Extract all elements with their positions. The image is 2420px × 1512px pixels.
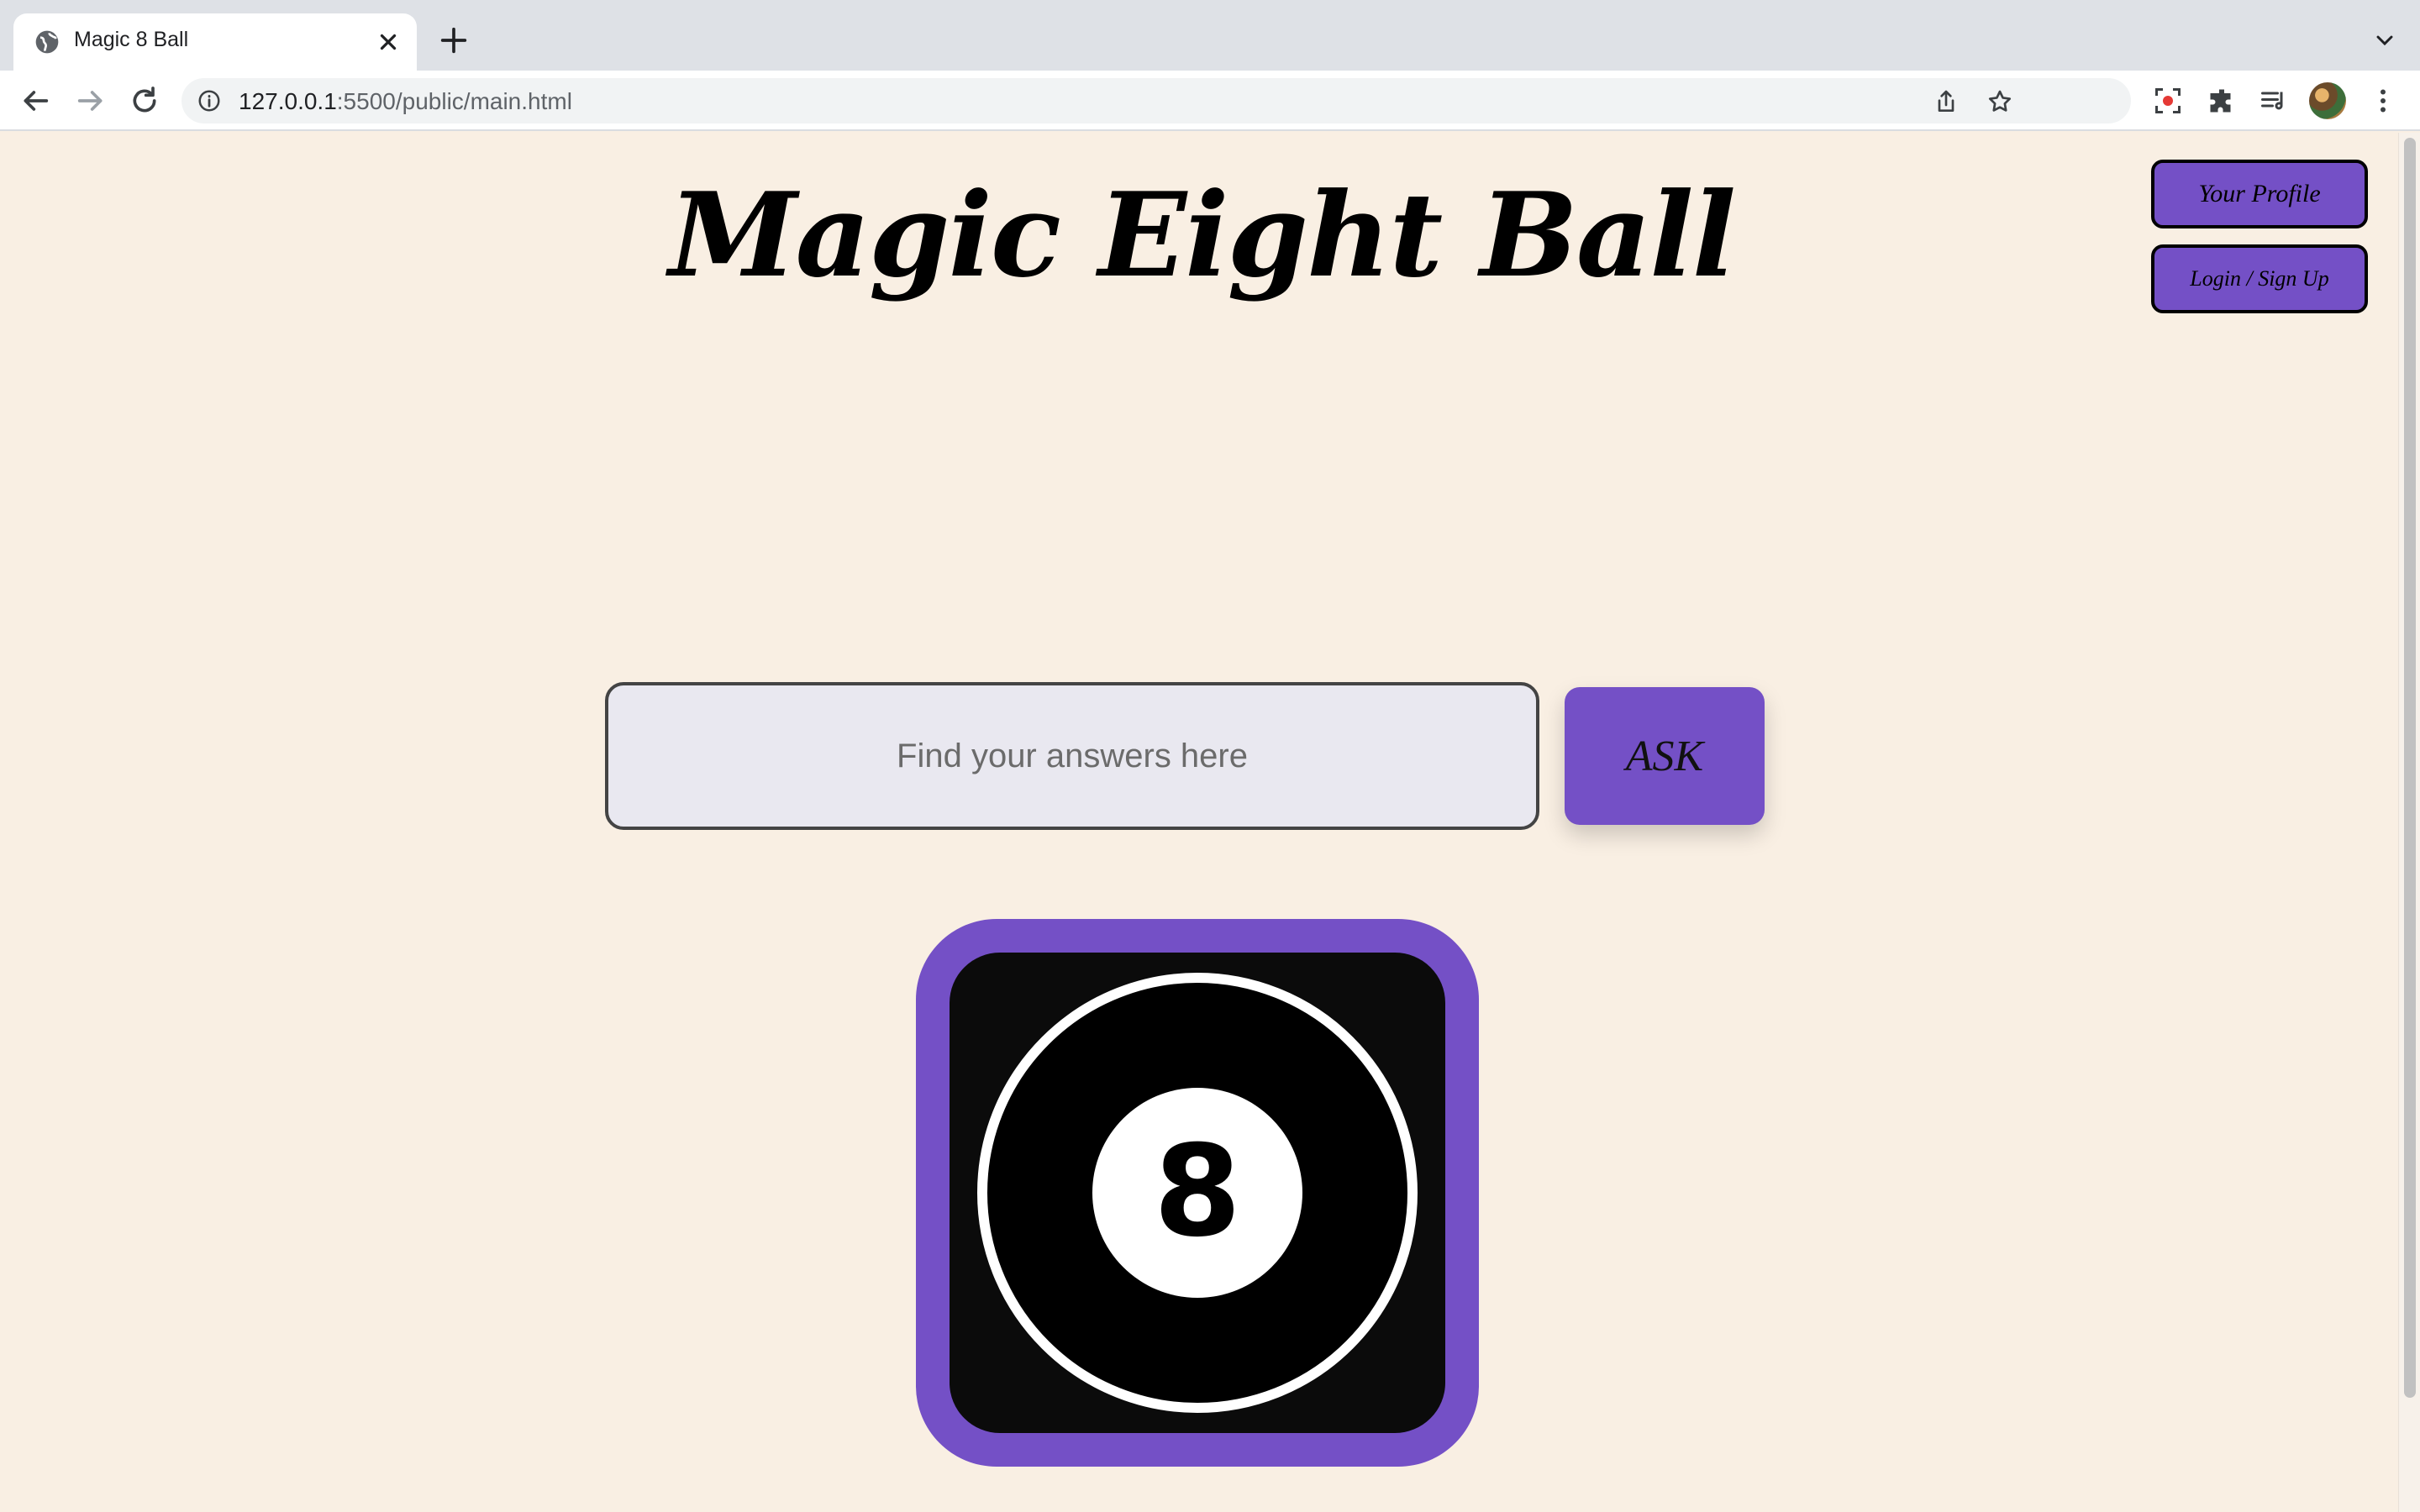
browser-toolbar: 127.0.0.1:5500/public/main.html xyxy=(0,71,2420,131)
magic-ball-tile: 8 xyxy=(950,953,1445,1433)
browser-tab[interactable]: Magic 8 Ball xyxy=(13,13,417,71)
chevron-down-icon[interactable] xyxy=(2371,27,2398,54)
avatar[interactable] xyxy=(2309,82,2346,119)
question-input[interactable] xyxy=(605,682,1539,830)
magic-ball-frame[interactable]: 8 xyxy=(916,919,1479,1467)
forward-arrow-icon[interactable] xyxy=(74,84,108,118)
eight-ball-icon: 8 xyxy=(977,973,1418,1413)
back-arrow-icon[interactable] xyxy=(18,84,52,118)
puzzle-icon[interactable] xyxy=(2207,86,2237,116)
ball-number: 8 xyxy=(1154,1119,1241,1265)
url-path: :5500/public/main.html xyxy=(336,88,572,114)
info-icon[interactable] xyxy=(197,88,222,113)
scrollbar[interactable] xyxy=(2398,133,2420,1512)
close-icon[interactable] xyxy=(373,27,403,57)
page-content: Magic Eight Ball Your Profile Login / Si… xyxy=(0,133,2420,1512)
login-signup-button[interactable]: Login / Sign Up xyxy=(2151,244,2368,313)
screen-capture-icon[interactable] xyxy=(2153,86,2183,116)
tab-strip: Magic 8 Ball xyxy=(0,0,2420,71)
address-bar[interactable]: 127.0.0.1:5500/public/main.html xyxy=(182,78,2131,123)
your-profile-button[interactable]: Your Profile xyxy=(2151,160,2368,228)
url-host: 127.0.0.1 xyxy=(239,88,337,114)
plus-icon[interactable] xyxy=(437,24,471,57)
page-title: Magic Eight Ball xyxy=(668,166,1736,303)
share-icon[interactable] xyxy=(1933,88,1960,115)
tab-title: Magic 8 Ball xyxy=(74,28,189,51)
globe-icon xyxy=(35,30,59,54)
star-icon[interactable] xyxy=(1986,88,2013,115)
reload-icon[interactable] xyxy=(128,84,161,118)
more-vert-icon[interactable] xyxy=(2368,86,2398,116)
ask-button[interactable]: ASK xyxy=(1565,687,1765,825)
reading-list-icon[interactable] xyxy=(2259,86,2289,116)
url-text[interactable]: 127.0.0.1:5500/public/main.html xyxy=(239,88,572,115)
scrollbar-thumb[interactable] xyxy=(2404,138,2416,1398)
